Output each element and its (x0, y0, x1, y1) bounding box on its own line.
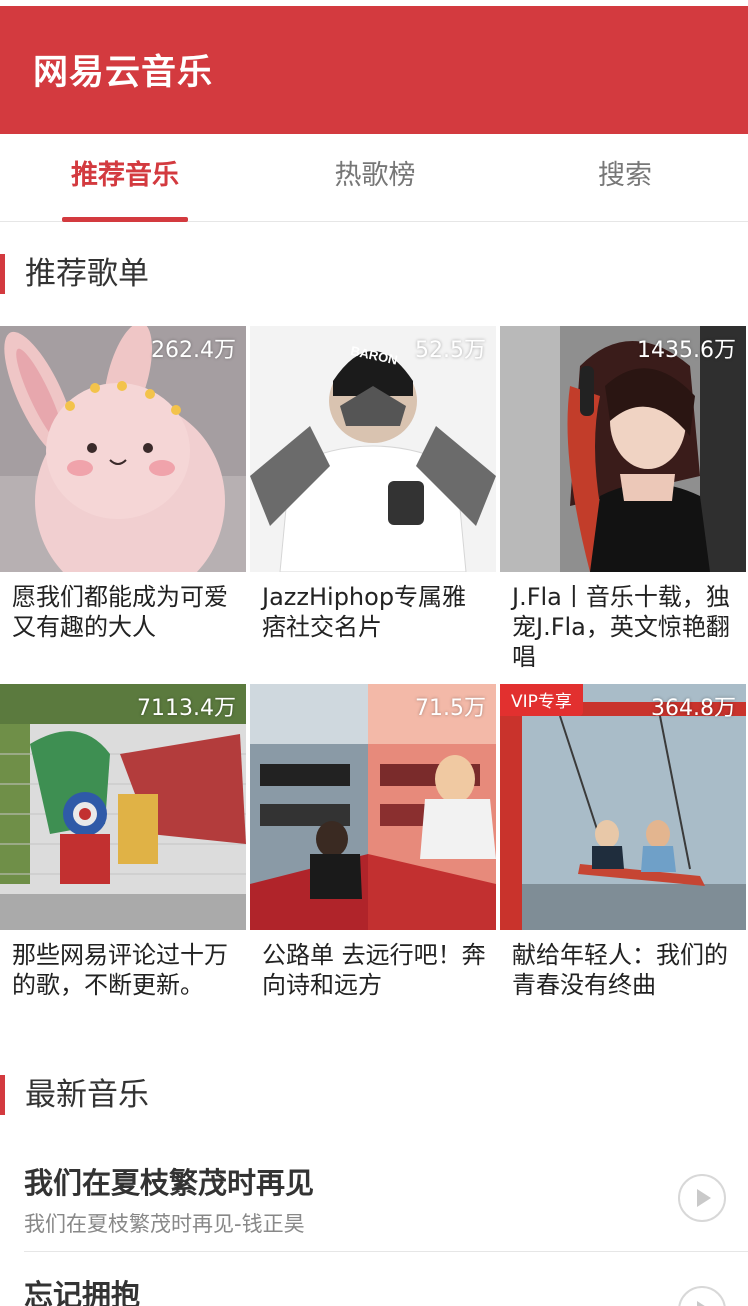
play-count: 262.4万 (151, 338, 236, 363)
playlist-cover: 7113.4万 (0, 684, 246, 930)
playlist-card[interactable]: 7113.4万 那些网易评论过十万的歌，不断更新。 (0, 684, 246, 1000)
play-count: 71.5万 (415, 696, 486, 721)
tab-label: 搜索 (598, 160, 652, 191)
playlist-title: 那些网易评论过十万的歌，不断更新。 (12, 941, 228, 999)
playlist-title: 献给年轻人：我们的青春没有终曲 (512, 941, 728, 999)
section-title-latest: 最新音乐 (0, 1075, 149, 1115)
playlist-cover: 71.5万 (250, 684, 496, 930)
tab-recommended-music[interactable]: 推荐音乐 (0, 134, 250, 222)
section-title-recommended: 推荐歌单 (0, 254, 149, 294)
playlist-title: JazzHiphop专属雅痞社交名片 (262, 583, 467, 641)
song-list: 我们在夏枝繁茂时再见 我们在夏枝繁茂时再见-钱正昊 忘记拥抱 (0, 1140, 748, 1306)
playlist-cover: BARON 52.5万 (250, 326, 496, 572)
playlist-card[interactable]: 1435.6万 J.Fla丨音乐十载，独宠J.Fla，英文惊艳翻唱 (500, 326, 746, 672)
app-title: 网易云音乐 (33, 53, 214, 93)
playlist-card[interactable]: 71.5万 公路单 去远行吧！奔向诗和远方 (250, 684, 496, 1000)
vip-badge: VIP专享 (500, 684, 583, 716)
tab-label: 推荐音乐 (71, 160, 179, 191)
playlist-cover: 1435.6万 (500, 326, 746, 572)
play-count: 364.8万 (651, 696, 736, 721)
play-circle-icon[interactable] (678, 1174, 726, 1222)
playlist-card[interactable]: VIP专享 364.8万 献给年轻人：我们的青春没有终曲 (500, 684, 746, 1000)
playlist-title: 公路单 去远行吧！奔向诗和远方 (262, 941, 486, 999)
tab-search[interactable]: 搜索 (500, 134, 748, 222)
playlist-cover: VIP专享 364.8万 (500, 684, 746, 930)
song-title: 我们在夏枝繁茂时再见 (24, 1166, 315, 1200)
song-subtitle: 我们在夏枝繁茂时再见-钱正昊 (24, 1212, 305, 1236)
song-item[interactable]: 忘记拥抱 (24, 1252, 748, 1306)
song-item[interactable]: 我们在夏枝繁茂时再见 我们在夏枝繁茂时再见-钱正昊 (24, 1140, 748, 1252)
playlist-cover: 262.4万 (0, 326, 246, 572)
song-title: 忘记拥抱 (24, 1278, 141, 1306)
play-count: 1435.6万 (637, 338, 736, 363)
playlist-title: 愿我们都能成为可爱又有趣的大人 (12, 583, 228, 641)
playlist-card[interactable]: 262.4万 愿我们都能成为可爱又有趣的大人 (0, 326, 246, 642)
play-count: 7113.4万 (137, 696, 236, 721)
app-header: 网易云音乐 (0, 6, 748, 134)
playlist-card[interactable]: BARON 52.5万 JazzHiphop专属雅痞社交名片 (250, 326, 496, 642)
play-circle-icon[interactable] (678, 1286, 726, 1306)
active-tab-indicator (62, 217, 188, 222)
play-count: 52.5万 (415, 338, 486, 363)
playlist-title: J.Fla丨音乐十载，独宠J.Fla，英文惊艳翻唱 (512, 583, 730, 671)
tab-bar: 推荐音乐 热歌榜 搜索 (0, 134, 748, 222)
tab-hot-songs[interactable]: 热歌榜 (250, 134, 500, 222)
tab-label: 热歌榜 (334, 160, 416, 191)
